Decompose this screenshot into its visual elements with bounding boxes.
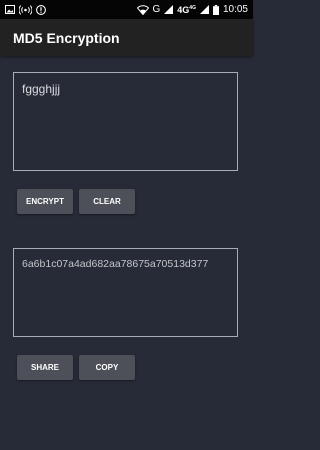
share-button[interactable]: SHARE: [17, 355, 73, 380]
signal-icon: [164, 5, 174, 14]
network-label: 4G 4G: [177, 5, 196, 15]
encrypt-button-label: ENCRYPT: [26, 197, 64, 206]
input-text: fggghjjj: [22, 82, 61, 96]
copy-button[interactable]: COPY: [79, 355, 135, 380]
hash-output-field[interactable]: 6a6b1c07a4ad682aa78675a70513d377: [13, 248, 238, 337]
status-left: [5, 4, 46, 15]
clear-button[interactable]: CLEAR: [79, 189, 135, 214]
network-type: 4G: [177, 4, 190, 15]
status-bar: G 4G 4G 10:05: [0, 0, 253, 19]
text-input-field[interactable]: fggghjjj: [13, 72, 238, 171]
app-bar: MD5 Encryption: [0, 19, 253, 56]
share-button-label: SHARE: [30, 363, 59, 372]
encrypt-button[interactable]: ENCRYPT: [17, 189, 73, 214]
hotspot-icon: [19, 4, 32, 15]
network-sup: 4G: [189, 4, 196, 11]
image-icon: [5, 5, 15, 14]
copy-button-label: COPY: [95, 363, 119, 372]
alert-icon: [36, 4, 46, 15]
wifi-icon: [136, 4, 149, 15]
signal-icon-2: [199, 5, 209, 14]
status-right: G 4G 4G 10:05: [136, 4, 248, 15]
carrier-label: G: [152, 4, 161, 15]
clock: 10:05: [222, 4, 248, 15]
battery-icon: [212, 4, 219, 15]
output-text: 6a6b1c07a4ad682aa78675a70513d377: [22, 258, 209, 270]
clear-button-label: CLEAR: [93, 197, 121, 206]
app-title: MD5 Encryption: [13, 29, 120, 46]
